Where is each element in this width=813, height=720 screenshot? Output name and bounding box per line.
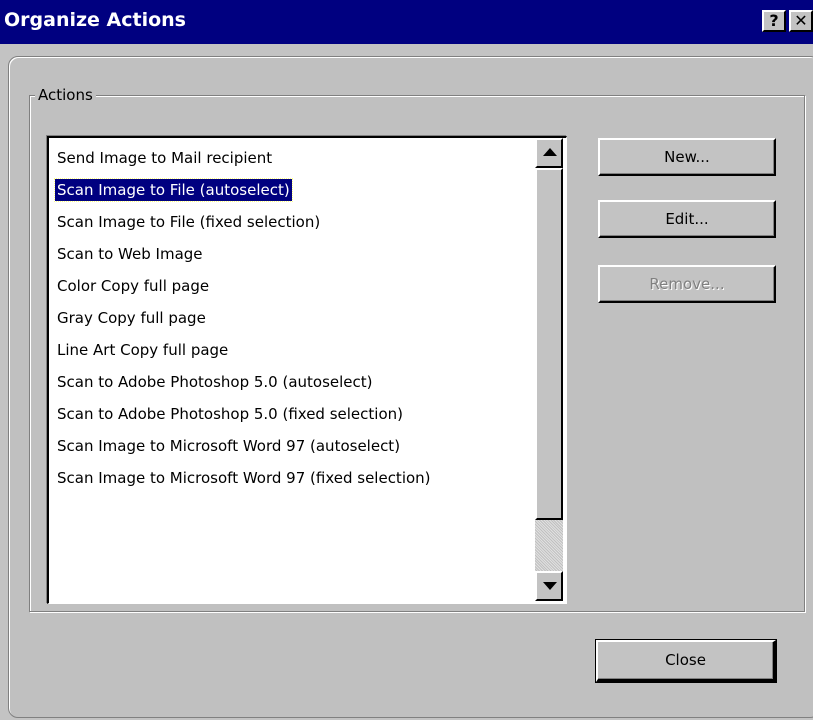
list-item-label: Scan Image to File (fixed selection) [57, 213, 321, 231]
window-title: Organize Actions [4, 9, 186, 31]
title-bar[interactable]: Organize Actions ? ✕ [0, 0, 813, 44]
list-item-label: Line Art Copy full page [57, 341, 229, 359]
list-item[interactable]: Send Image to Mail recipient [53, 142, 531, 174]
list-item-label: Gray Copy full page [57, 309, 206, 327]
list-item-label: Scan to Adobe Photoshop 5.0 (autoselect) [57, 373, 373, 391]
list-item-label: Scan Image to Microsoft Word 97 (fixed s… [57, 469, 431, 487]
edit-button[interactable]: Edit... [598, 200, 776, 238]
new-button[interactable]: New... [598, 138, 776, 176]
list-item[interactable]: Scan to Adobe Photoshop 5.0 (autoselect) [53, 366, 531, 398]
help-button[interactable]: ? [762, 10, 786, 32]
actions-list: Send Image to Mail recipient Scan Image t… [53, 142, 531, 494]
list-item-label: Color Copy full page [57, 277, 210, 295]
list-item-label: Scan Image to File (autoselect) [54, 178, 293, 202]
scroll-thumb[interactable] [535, 168, 563, 520]
list-item[interactable]: Scan to Web Image [53, 238, 531, 270]
list-item[interactable]: Line Art Copy full page [53, 334, 531, 366]
scroll-down-button[interactable] [535, 571, 563, 601]
list-item-label: Scan to Adobe Photoshop 5.0 (fixed selec… [57, 405, 403, 423]
list-item[interactable]: Scan Image to Microsoft Word 97 (fixed s… [53, 462, 531, 494]
list-item[interactable]: Color Copy full page [53, 270, 531, 302]
remove-button: Remove... [598, 265, 776, 303]
list-item[interactable]: Scan Image to Microsoft Word 97 (autosel… [53, 430, 531, 462]
organize-actions-dialog: Organize Actions ? ✕ Actions Send Image … [0, 0, 813, 720]
list-item[interactable]: Scan Image to File (fixed selection) [53, 206, 531, 238]
list-item[interactable]: Gray Copy full page [53, 302, 531, 334]
close-button[interactable]: Close [595, 639, 777, 683]
list-item-label: Scan Image to Microsoft Word 97 (autosel… [57, 437, 401, 455]
list-item[interactable]: Scan to Adobe Photoshop 5.0 (fixed selec… [53, 398, 531, 430]
actions-group-label: Actions [35, 86, 96, 104]
scroll-up-button[interactable] [535, 138, 563, 168]
list-item-label: Send Image to Mail recipient [57, 149, 273, 167]
arrow-up-icon [543, 148, 557, 156]
listbox-scrollbar[interactable] [535, 138, 563, 601]
close-window-button[interactable]: ✕ [789, 10, 813, 32]
actions-listbox[interactable]: Send Image to Mail recipient Scan Image t… [47, 136, 567, 604]
list-item[interactable]: Scan Image to File (autoselect) [53, 174, 531, 206]
list-item-label: Scan to Web Image [57, 245, 203, 263]
arrow-down-icon [543, 582, 557, 590]
